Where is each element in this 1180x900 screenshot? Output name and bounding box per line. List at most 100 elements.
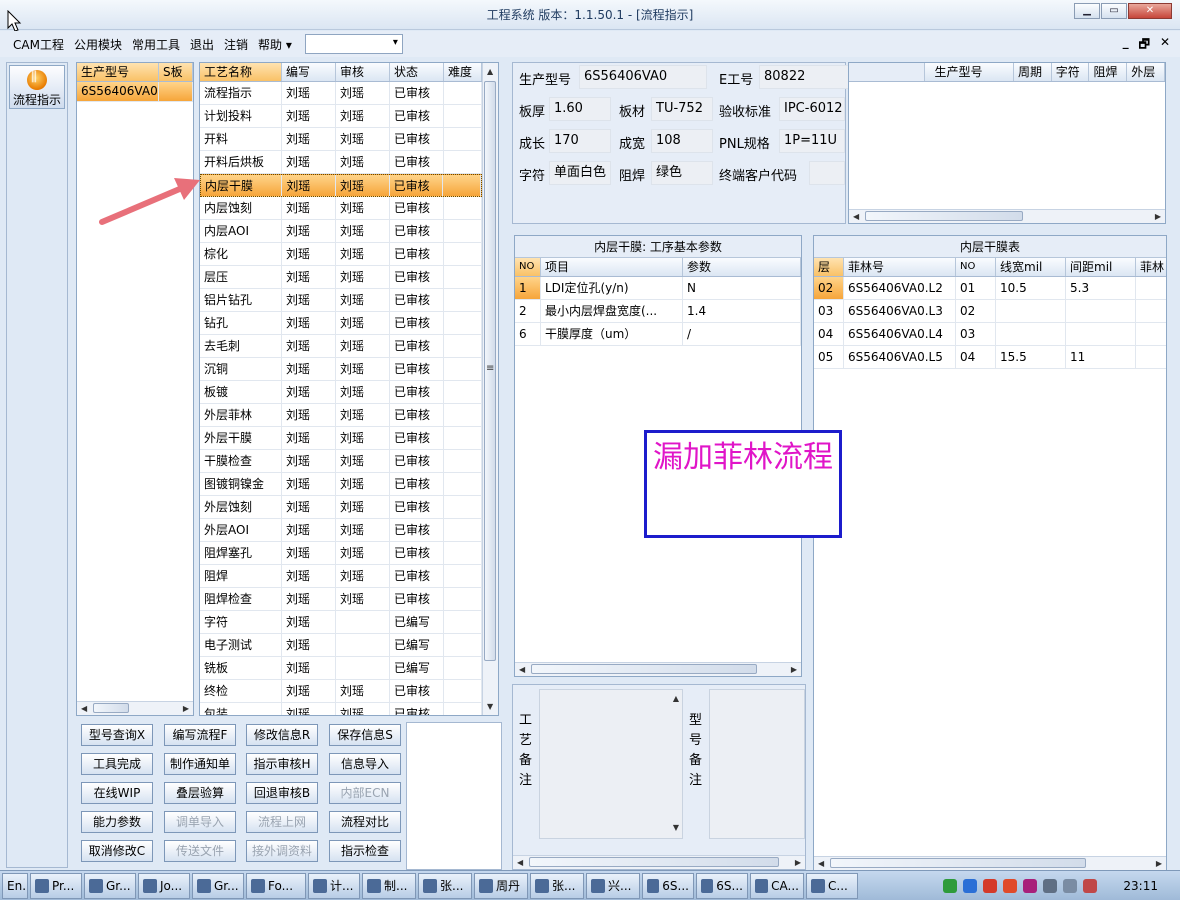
tray-network-icon[interactable]	[963, 878, 978, 893]
taskbar-item[interactable]: 周丹	[474, 872, 528, 899]
taskbar-item[interactable]: 兴...	[586, 872, 640, 899]
width-value[interactable]: 108	[651, 129, 713, 153]
taskbar-item[interactable]: CA...	[750, 872, 804, 899]
process-row[interactable]: 铣板 刘瑶 已编写	[200, 657, 482, 680]
params-row[interactable]: 1 LDI定位孔(y/n) N	[515, 277, 801, 300]
process-header-reviewer[interactable]: 审核	[336, 63, 390, 81]
minimize-button[interactable]: ▁	[1074, 3, 1100, 19]
tray-close-icon[interactable]	[1023, 878, 1038, 893]
material-value[interactable]: TU-752	[651, 97, 713, 121]
film-header-no[interactable]: NO	[956, 258, 996, 276]
process-row[interactable]: 开料 刘瑶 刘瑶 已审核	[200, 128, 482, 151]
taskbar-item[interactable]: 6S...	[642, 872, 694, 899]
menu-logout[interactable]: 注销	[219, 36, 253, 53]
params-header-item[interactable]: 项目	[541, 258, 683, 276]
process-row[interactable]: 内层蚀刻 刘瑶 刘瑶 已审核	[200, 197, 482, 220]
process-header-difficulty[interactable]: 难度	[444, 63, 482, 81]
taskbar-item[interactable]: En...	[2, 872, 28, 899]
process-row[interactable]: 沉铜 刘瑶 刘瑶 已审核	[200, 358, 482, 381]
process-notes-field[interactable]: ▲ ▼	[539, 689, 683, 839]
mdi-minimize-icon[interactable]: _	[1123, 35, 1129, 56]
action-button[interactable]: 在线WIP	[81, 782, 153, 804]
tray-app-icon[interactable]	[943, 878, 958, 893]
mdi-restore-icon[interactable]: 🗗	[1139, 35, 1150, 56]
film-header-film[interactable]: 菲林	[1136, 258, 1166, 276]
mini-header-char[interactable]: 字符	[1052, 63, 1090, 81]
action-button[interactable]: 信息导入	[329, 753, 401, 775]
process-row[interactable]: 钻孔 刘瑶 刘瑶 已审核	[200, 312, 482, 335]
params-header-no[interactable]: NO	[515, 258, 541, 276]
action-button[interactable]: 取消修改C	[81, 840, 153, 862]
menu-combobox[interactable]	[304, 34, 403, 54]
action-button[interactable]: 指示检查	[329, 840, 401, 862]
thickness-value[interactable]: 1.60	[549, 97, 611, 121]
process-row[interactable]: 内层AOI 刘瑶 刘瑶 已审核	[200, 220, 482, 243]
film-header-layer[interactable]: 层	[814, 258, 844, 276]
process-row[interactable]: 终检 刘瑶 刘瑶 已审核	[200, 680, 482, 703]
process-row[interactable]: 干膜检查 刘瑶 刘瑶 已审核	[200, 450, 482, 473]
menu-tools[interactable]: 常用工具	[127, 36, 185, 53]
standard-value[interactable]: IPC-6012	[779, 97, 845, 121]
model-notes-field[interactable]	[709, 689, 805, 839]
taskbar-item[interactable]: Fo...	[246, 872, 306, 899]
process-row[interactable]: 外层菲林 刘瑶 刘瑶 已审核	[200, 404, 482, 427]
process-row[interactable]: 内层干膜 刘瑶 刘瑶 已审核	[200, 174, 482, 197]
process-header-writer[interactable]: 编写	[282, 63, 336, 81]
film-row[interactable]: 03 6S56406VA0.L3 02	[814, 300, 1166, 323]
mdi-close-icon[interactable]: ✕	[1160, 35, 1170, 56]
process-row[interactable]: 外层蚀刻 刘瑶 刘瑶 已审核	[200, 496, 482, 519]
notes-hscroll[interactable]: ◀ ▶	[513, 855, 805, 869]
process-row[interactable]: 电子测试 刘瑶 已编写	[200, 634, 482, 657]
pnl-value[interactable]: 1P=11U	[779, 129, 845, 153]
params-hscroll[interactable]: ◀ ▶	[515, 662, 801, 676]
action-button[interactable]: 指示审核H	[246, 753, 318, 775]
taskbar-item[interactable]: Gr...	[192, 872, 244, 899]
action-button[interactable]: 编写流程F	[164, 724, 236, 746]
taskbar-item[interactable]: 张...	[418, 872, 472, 899]
film-row[interactable]: 05 6S56406VA0.L5 04 15.5 11	[814, 346, 1166, 369]
action-button[interactable]: 制作通知单	[164, 753, 236, 775]
process-row[interactable]: 层压 刘瑶 刘瑶 已审核	[200, 266, 482, 289]
taskbar-item[interactable]: C...	[806, 872, 858, 899]
mini-header-mask[interactable]: 阻焊	[1089, 63, 1128, 81]
params-row[interactable]: 2 最小内层焊盘宽度(... 1.4	[515, 300, 801, 323]
close-button[interactable]: ✕	[1128, 3, 1172, 19]
film-row[interactable]: 04 6S56406VA0.L4 03	[814, 323, 1166, 346]
process-row[interactable]: 图镀铜镍金 刘瑶 刘瑶 已审核	[200, 473, 482, 496]
tray-device-icon[interactable]	[1043, 878, 1058, 893]
action-button[interactable]: 修改信息R	[246, 724, 318, 746]
taskbar-item[interactable]: Pr...	[30, 872, 82, 899]
mini-hscroll[interactable]: ◀ ▶	[849, 209, 1165, 223]
taskbar-item[interactable]: 制...	[362, 872, 416, 899]
process-row[interactable]: 阻焊 刘瑶 刘瑶 已审核	[200, 565, 482, 588]
taskbar-item[interactable]: Gr...	[84, 872, 136, 899]
action-button[interactable]: 流程对比	[329, 811, 401, 833]
film-row[interactable]: 02 6S56406VA0.L2 01 10.5 5.3	[814, 277, 1166, 300]
menu-help[interactable]: 帮助 ▾	[253, 36, 297, 53]
mask-value[interactable]: 绿色	[651, 161, 713, 185]
process-row[interactable]: 阻焊塞孔 刘瑶 刘瑶 已审核	[200, 542, 482, 565]
process-row[interactable]: 流程指示 刘瑶 刘瑶 已审核	[200, 82, 482, 105]
tray-acrobat-icon[interactable]	[983, 878, 998, 893]
action-button[interactable]: 型号查询X	[81, 724, 153, 746]
product-row[interactable]: 6S56406VA0	[77, 82, 193, 102]
taskbar-item[interactable]: 张...	[530, 872, 584, 899]
model-value[interactable]: 6S56406VA0	[579, 65, 707, 89]
mini-header-outer[interactable]: 外层	[1127, 63, 1165, 81]
process-row[interactable]: 开料后烘板 刘瑶 刘瑶 已审核	[200, 151, 482, 174]
film-header-linewidth[interactable]: 线宽mil	[996, 258, 1066, 276]
process-row[interactable]: 去毛刺 刘瑶 刘瑶 已审核	[200, 335, 482, 358]
tray-flag-icon[interactable]	[1083, 878, 1098, 893]
char-value[interactable]: 单面白色	[549, 161, 611, 185]
film-header-spacing[interactable]: 间距mil	[1066, 258, 1136, 276]
menu-cam[interactable]: CAM工程	[8, 36, 69, 53]
client-value[interactable]	[809, 161, 845, 185]
action-button[interactable]: 能力参数	[81, 811, 153, 833]
film-hscroll[interactable]: ◀ ▶	[814, 856, 1166, 870]
length-value[interactable]: 170	[549, 129, 611, 153]
process-row[interactable]: 包装 刘瑶 刘瑶 已审核	[200, 703, 482, 715]
taskbar-item[interactable]: Jo...	[138, 872, 190, 899]
process-header-status[interactable]: 状态	[390, 63, 444, 81]
tray-foxit-icon[interactable]	[1003, 878, 1018, 893]
film-header-film-no[interactable]: 菲林号	[844, 258, 956, 276]
